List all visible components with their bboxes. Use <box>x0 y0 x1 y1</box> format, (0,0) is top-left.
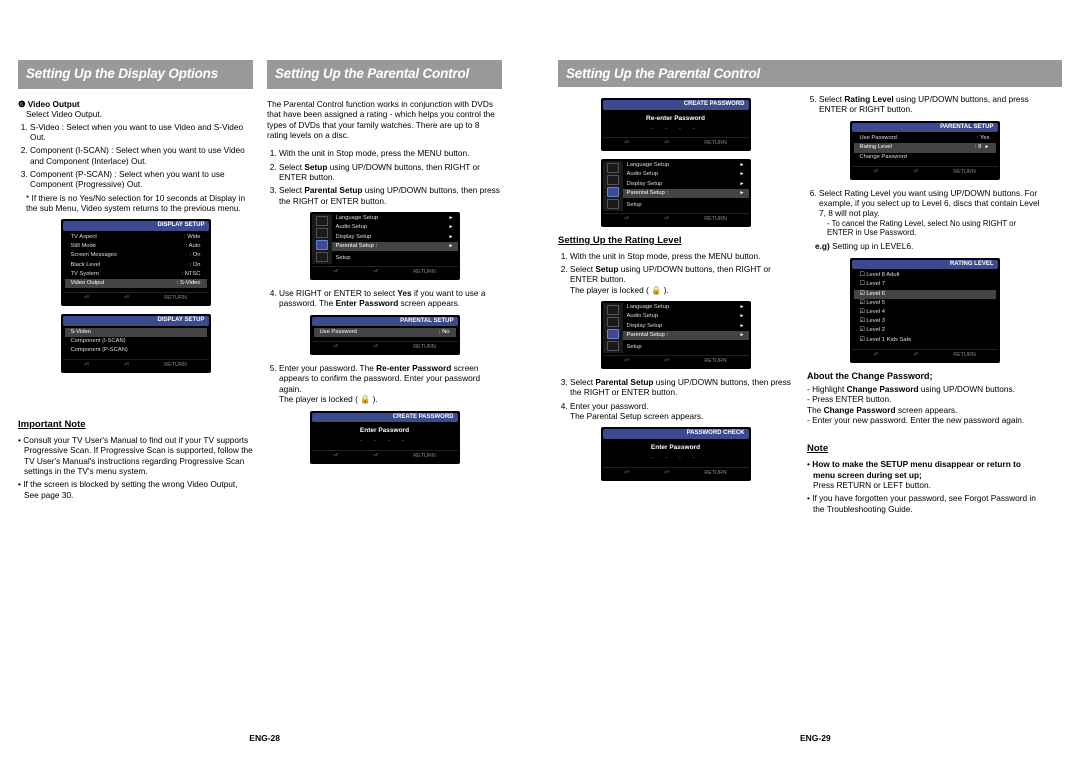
page-number-right: ENG-29 <box>800 733 831 743</box>
pc-step-3: Select Parental Setup using UP/DOWN butt… <box>279 185 502 206</box>
change-password-heading: About the Change Password; <box>807 371 1042 382</box>
video-output-desc: Select Video Output. <box>18 109 253 119</box>
header-display-options: Setting Up the Display Options <box>18 60 253 89</box>
osd-rating-level: RATING LEVEL ☐ Level 8 Adult ☐ Level 7 ☑… <box>850 258 1000 363</box>
video-output-title: Video Output <box>28 99 80 109</box>
osd-display-setup-1: DISPLAY SETUP TV Aspect: Wide Still Mode… <box>61 219 211 306</box>
rl-step-3: Select Parental Setup using UP/DOWN butt… <box>570 377 793 398</box>
pc-step-1: With the unit in Stop mode, press the ME… <box>279 148 502 158</box>
osd-password-check: PASSWORD CHECK Enter Password - - - - ⏎⏎… <box>601 427 751 480</box>
note-2: If you have forgotten your password, see… <box>807 493 1042 514</box>
col-parental-3: Select Rating Level using UP/DOWN button… <box>807 92 1042 517</box>
header-parental-2: Setting Up the Parental Control <box>558 60 1062 87</box>
pc-step-4: Use RIGHT or ENTER to select Yes if you … <box>279 288 502 309</box>
osd-setup-menu: Language Setup Audio Setup Display Setup… <box>310 212 460 280</box>
col-parental-1: Setting Up the Parental Control The Pare… <box>267 60 502 503</box>
col-parental-2: CREATE PASSWORD Re-enter Password - - - … <box>558 92 793 517</box>
pc-step-2: Select Setup using UP/DOWN buttons, then… <box>279 162 502 183</box>
parental-intro: The Parental Control function works in c… <box>267 99 502 140</box>
page-number-left: ENG-28 <box>249 733 280 743</box>
osd-display-setup-2: DISPLAY SETUP S-Video Component (I-SCAN)… <box>61 314 211 373</box>
osd-setup-menu-3: Language Setup Audio Setup Display Setup… <box>601 301 751 369</box>
note-1: How to make the SETUP menu disappear or … <box>807 459 1042 490</box>
osd-enter-password: CREATE PASSWORD Enter Password - - - - ⏎… <box>310 411 460 464</box>
rl-step-4: Enter your password.The Parental Setup s… <box>570 401 793 422</box>
rl-step-5: Select Rating Level using UP/DOWN button… <box>819 94 1042 115</box>
pc-step-5: Enter your password. The Re-enter Passwo… <box>279 363 502 404</box>
osd-parental-setup: PARENTAL SETUP Use Password: No ⏎⏎RETURN <box>310 315 460 355</box>
osd-setup-menu-locked: Language Setup Audio Setup Display Setup… <box>601 159 751 227</box>
rl-step-2: Select Setup using UP/DOWN buttons, then… <box>570 264 793 295</box>
video-output-num: ❻ <box>18 99 25 109</box>
important-note-2: If the screen is blocked by setting the … <box>18 479 253 500</box>
manual-spread: Setting Up the Display Options ❻ Video O… <box>0 0 1080 763</box>
vo-item-1: S-Video : Select when you want to use Vi… <box>30 122 253 143</box>
osd-reenter-password: CREATE PASSWORD Re-enter Password - - - … <box>601 98 751 151</box>
page-left: Setting Up the Display Options ❻ Video O… <box>0 0 540 763</box>
important-note-1: Consult your TV User's Manual to find ou… <box>18 435 253 476</box>
page-right: Setting Up the Parental Control CREATE P… <box>540 0 1080 763</box>
rl-step-1: With the unit in Stop mode, press the ME… <box>570 251 793 261</box>
note-heading: Note <box>807 443 1042 455</box>
osd-parental-setup-2: PARENTAL SETUP Use Password: Yes Rating … <box>850 121 1000 180</box>
vo-item-3: Component (P-SCAN) : Select when you wan… <box>30 169 253 190</box>
important-note-heading: Important Note <box>18 419 253 431</box>
vo-item-2: Component (I-SCAN) : Select when you wan… <box>30 145 253 166</box>
rating-level-heading: Setting Up the Rating Level <box>558 235 793 247</box>
rl-step-6: Select Rating Level you want using UP/DO… <box>819 188 1042 239</box>
col-display-options: Setting Up the Display Options ❻ Video O… <box>18 60 253 503</box>
header-parental-1: Setting Up the Parental Control <box>267 60 502 89</box>
vo-star-note: * If there is no Yes/No selection for 10… <box>18 193 253 214</box>
